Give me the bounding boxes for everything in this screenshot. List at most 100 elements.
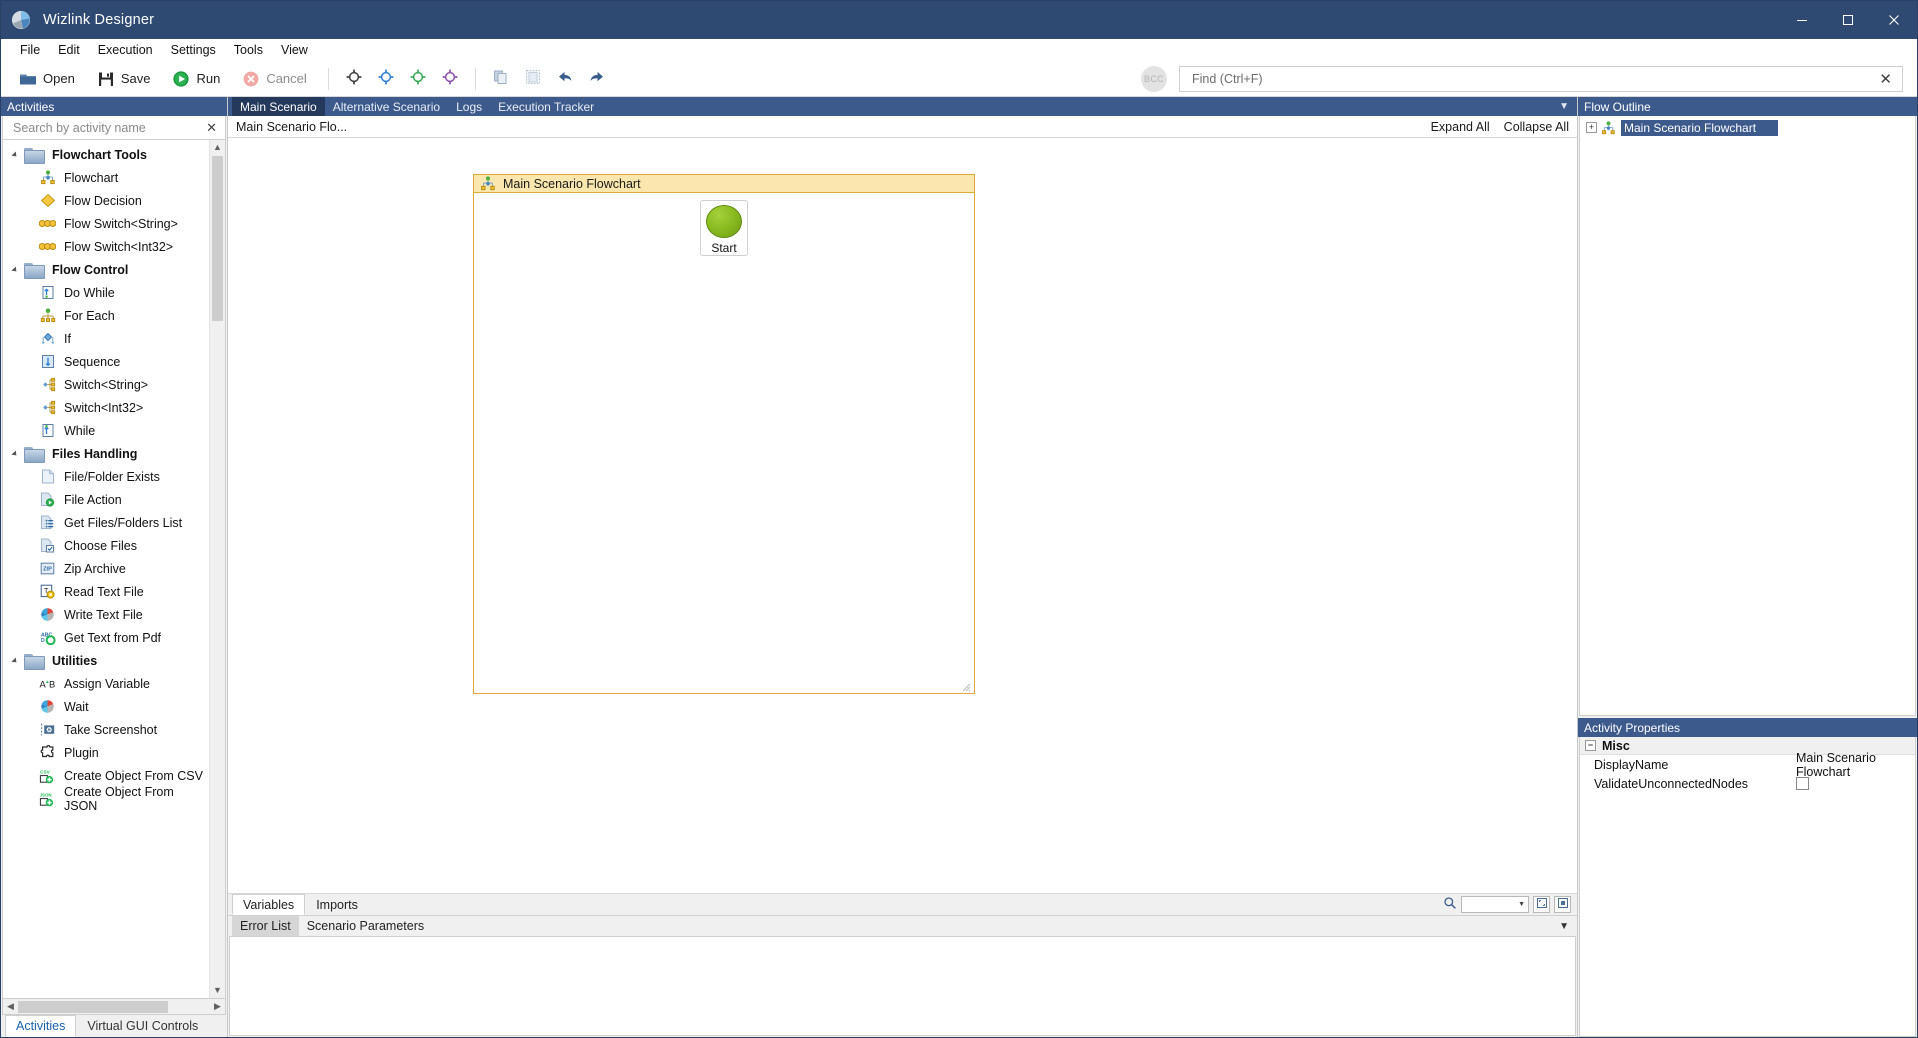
maximize-button[interactable] [1825,1,1871,39]
magnifier-icon[interactable] [1443,896,1457,913]
find-clear-icon[interactable]: ✕ [1875,70,1896,88]
collapse-all-link[interactable]: Collapse All [1504,120,1569,134]
menu-view[interactable]: View [272,40,317,60]
undo-button[interactable] [550,65,580,93]
activity-search-clear-icon[interactable]: ✕ [202,120,221,136]
activity-assign-variable[interactable]: A B Assign Variable [3,672,209,695]
expander-triangle-icon[interactable] [11,150,19,159]
flowchart-header[interactable]: Main Scenario Flowchart [474,175,974,193]
find-box[interactable]: ✕ [1179,65,1903,92]
target-green-button[interactable] [403,65,433,93]
tab-alternative-scenario[interactable]: Alternative Scenario [325,97,448,116]
activity-switch-int32[interactable]: Switch<Int32> [3,396,209,419]
scroll-down-icon[interactable]: ▼ [213,983,222,998]
scroll-right-icon[interactable]: ▶ [210,1001,225,1012]
zoom-reset-button[interactable] [1554,896,1571,913]
activity-flow-switch-string[interactable]: Flow Switch<String> [3,212,209,235]
activity-write-text-file[interactable]: Write Text File [3,603,209,626]
run-button[interactable]: Run [162,65,230,93]
flowchart-container[interactable]: Main Scenario Flowchart Start [473,174,975,694]
activity-choose-files[interactable]: Choose Files [3,534,209,557]
property-row-displayname[interactable]: DisplayName Main Scenario Flowchart [1580,751,1915,779]
close-button[interactable] [1871,1,1917,39]
redo-button[interactable] [582,65,612,93]
activity-flow-decision[interactable]: Flow Decision [3,189,209,212]
property-value[interactable]: Main Scenario Flowchart [1790,751,1915,779]
scroll-left-icon[interactable]: ◀ [3,1001,18,1012]
flow-outline-node-label[interactable]: Main Scenario Flowchart [1621,119,1779,136]
group-files-handling[interactable]: Files Handling [3,442,209,465]
menu-edit[interactable]: Edit [49,40,89,60]
target-blue-button[interactable] [371,65,401,93]
tab-error-list[interactable]: Error List [232,916,299,936]
activity-do-while[interactable]: Do While [3,281,209,304]
activity-file-folder-exists[interactable]: File/Folder Exists [3,465,209,488]
activities-horizontal-scrollbar[interactable]: ◀ ▶ [2,999,226,1015]
hscroll-track[interactable] [18,1000,210,1014]
tab-imports[interactable]: Imports [305,894,369,915]
properties-group-expander[interactable]: − [1585,740,1596,751]
activities-vertical-scrollbar[interactable]: ▲ ▼ [209,140,225,998]
expander-triangle-icon[interactable] [11,265,19,274]
chevron-down-icon[interactable]: ▼ [1518,901,1525,908]
activity-plugin[interactable]: Plugin [3,741,209,764]
tab-activities[interactable]: Activities [5,1015,77,1037]
scroll-thumb[interactable] [212,156,223,321]
activity-search-row[interactable]: ✕ [2,116,226,140]
activity-while[interactable]: While [3,419,209,442]
activity-get-text-from-pdf[interactable]: ABC D Get Text from Pdf [3,626,209,649]
save-button[interactable]: Save [87,65,161,93]
expander-triangle-icon[interactable] [11,656,19,665]
group-utilities[interactable]: Utilities [3,649,209,672]
activity-for-each[interactable]: For Each [3,304,209,327]
find-input[interactable] [1190,70,1876,87]
expand-all-link[interactable]: Expand All [1431,120,1490,134]
activity-read-text-file[interactable]: T Read Text File [3,580,209,603]
activity-switch-string[interactable]: Switch<String> [3,373,209,396]
activity-take-screenshot[interactable]: Take Screenshot [3,718,209,741]
tab-virtual-gui-controls[interactable]: Virtual GUI Controls [76,1015,209,1037]
activity-get-files-folders-list[interactable]: Get Files/Folders List [3,511,209,534]
start-node[interactable]: Start [700,200,748,256]
copy-button[interactable] [486,65,516,93]
tab-variables[interactable]: Variables [232,894,306,915]
tab-scenario-parameters[interactable]: Scenario Parameters [299,916,432,936]
expander-triangle-icon[interactable] [11,449,19,458]
flowchart-canvas[interactable]: Main Scenario Flowchart Start [228,138,1577,894]
error-strip-overflow-icon[interactable]: ▼ [1551,916,1577,936]
target-purple-button[interactable] [435,65,465,93]
validate-unconnected-nodes-checkbox[interactable] [1796,777,1809,790]
activity-zip-archive[interactable]: ZIP Zip Archive [3,557,209,580]
group-flow-control[interactable]: Flow Control [3,258,209,281]
menu-execution[interactable]: Execution [89,40,162,60]
open-button[interactable]: Open [9,65,85,93]
minimize-button[interactable] [1779,1,1825,39]
activity-if[interactable]: If [3,327,209,350]
activity-flow-switch-int32[interactable]: Flow Switch<Int32> [3,235,209,258]
user-avatar[interactable]: BCC [1141,65,1167,92]
resize-grip-icon[interactable] [962,681,971,692]
tab-main-scenario[interactable]: Main Scenario [232,97,325,116]
activity-sequence[interactable]: Sequence [3,350,209,373]
menu-file[interactable]: File [11,40,49,60]
hscroll-thumb[interactable] [18,1000,168,1013]
property-value[interactable] [1790,777,1915,790]
scroll-up-icon[interactable]: ▲ [213,140,222,155]
flow-outline-node[interactable]: + Main Scenario Flowchart [1580,119,1915,136]
activity-wait[interactable]: Wait [3,695,209,718]
group-flowchart-tools[interactable]: Flowchart Tools [3,143,209,166]
tab-execution-tracker[interactable]: Execution Tracker [490,97,602,116]
target-black-button[interactable] [339,65,369,93]
activity-create-object-from-json[interactable]: JSON Create Object From JSON [3,785,209,813]
breadcrumb[interactable]: Main Scenario Flo... [236,120,347,134]
activity-search-input[interactable] [11,119,203,136]
menu-tools[interactable]: Tools [225,40,272,60]
zoom-combo[interactable]: ▼ [1461,896,1529,913]
tab-logs[interactable]: Logs [448,97,490,116]
tabstrip-overflow-icon[interactable]: ▼ [1551,97,1577,116]
cancel-button[interactable]: Cancel [232,65,316,93]
property-row-validateunconnectednodes[interactable]: ValidateUnconnectedNodes [1580,774,1915,793]
paste-button[interactable] [518,65,548,93]
activity-flowchart[interactable]: Flowchart [3,166,209,189]
outline-expander[interactable]: + [1586,122,1597,133]
